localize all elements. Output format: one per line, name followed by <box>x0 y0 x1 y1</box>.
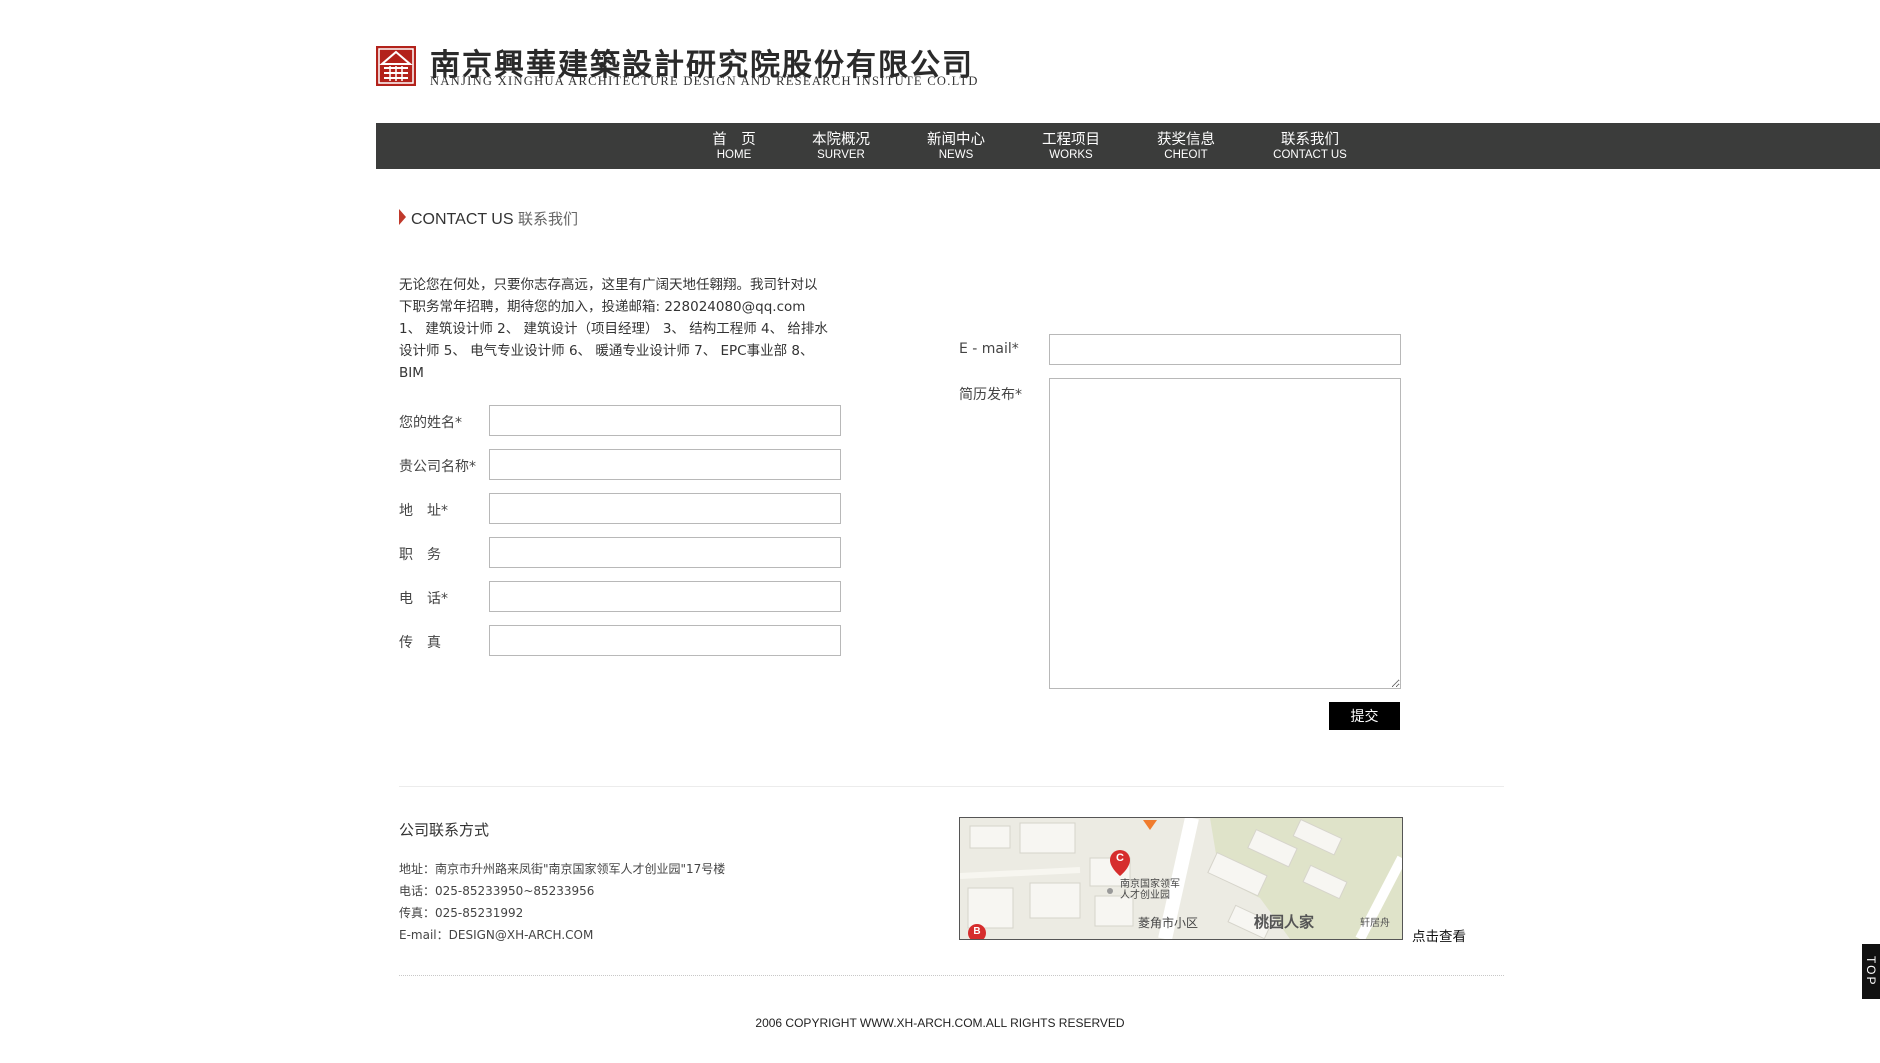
logo-icon <box>376 46 416 86</box>
nav-item-news[interactable]: 新闻中心 NEWS <box>927 133 985 162</box>
footer-divider <box>399 975 1504 976</box>
map-label-xuanju: 轩居舟 <box>1360 918 1390 929</box>
intro-line: 下职务常年招聘，期待您的加入，投递邮箱: 228024080@qq.com <box>399 299 806 315</box>
recruitment-intro: 无论您在何处，只要你志存高远，这里有广阔天地任翱翔。我司针对以 下职务常年招聘，… <box>399 274 847 384</box>
intro-line: BIM <box>399 365 424 381</box>
map-marker-b: B <box>973 926 981 937</box>
page-title: CONTACT US 联系我们 <box>411 208 578 229</box>
copyright-text: 2006 COPYRIGHT WWW.XH-ARCH.COM.ALL RIGHT… <box>755 1016 1125 1030</box>
nav-item-label-en: HOME <box>716 149 752 161</box>
resume-textarea[interactable] <box>1049 378 1401 689</box>
contact-address: 地址：南京市升州路来凤街"南京国家领军人才创业园"17号楼 <box>399 862 726 876</box>
main-nav: 首 页 HOME 本院概况 SURVER 新闻中心 NEWS 工程项目 WORK… <box>376 123 1880 169</box>
contact-phone: 电话：025-85233950~85233956 <box>399 884 595 898</box>
nav-item-survey[interactable]: 本院概况 SURVER <box>812 133 870 162</box>
nav-item-label-cn: 本院概况 <box>812 132 870 148</box>
map-label-park-line: 人才创业园 <box>1120 890 1170 901</box>
nav-item-awards[interactable]: 获奖信息 CHEOIT <box>1157 133 1215 162</box>
nav-item-label-en: CONTACT US <box>1273 149 1347 161</box>
nav-item-label-cn: 联系我们 <box>1280 132 1339 148</box>
nav-item-label-en: CHEOIT <box>1164 149 1208 161</box>
email-field[interactable] <box>1049 334 1401 365</box>
name-field[interactable] <box>489 405 841 436</box>
map-label-park-line: 南京国家领军 <box>1120 879 1180 890</box>
location-map[interactable]: C B 南京国家领军 人才创业园 菱角市小区 桃园人家 轩居舟 <box>959 817 1403 940</box>
map-marker-c: C <box>1116 852 1124 864</box>
map-label-community: 菱角市小区 <box>1138 916 1199 930</box>
company-name-en: NANJING XINGHUA ARCHITECTURE DESIGN AND … <box>430 74 979 88</box>
address-label: 地 址* <box>399 503 448 519</box>
back-to-top-button[interactable]: TOP <box>1862 944 1880 999</box>
nav-item-label-cn: 工程项目 <box>1042 132 1100 148</box>
address-field[interactable] <box>489 493 841 524</box>
position-field[interactable] <box>489 537 841 568</box>
submit-button[interactable]: 提交 <box>1329 702 1400 730</box>
map-label-taoyuan: 桃园人家 <box>1254 913 1315 931</box>
nav-item-contact[interactable]: 联系我们 CONTACT US <box>1273 133 1347 162</box>
phone-label: 电 话* <box>399 591 448 607</box>
nav-item-label-cn: 首 页 <box>712 132 756 148</box>
intro-line: 设计师 5、 电气专业设计师 6、 暖通专业设计师 7、 EPC事业部 8、 <box>399 343 814 359</box>
phone-field[interactable] <box>489 581 841 612</box>
intro-line: 1、 建筑设计师 2、 建筑设计（项目经理） 3、 结构工程师 4、 给排水 <box>399 321 828 337</box>
page-title-cn: 联系我们 <box>517 210 578 228</box>
intro-line: 无论您在何处，只要你志存高远，这里有广阔天地任翱翔。我司针对以 <box>399 277 818 293</box>
name-label: 您的姓名* <box>399 415 462 431</box>
view-map-link[interactable]: 点击查看 <box>1412 925 1466 945</box>
section-divider <box>399 786 1504 787</box>
contact-email: E-mail：DESIGN@XH-ARCH.COM <box>399 928 594 942</box>
nav-item-label-en: NEWS <box>938 149 974 161</box>
fax-field[interactable] <box>489 625 841 656</box>
nav-item-label-en: WORKS <box>1049 149 1093 161</box>
nav-item-works[interactable]: 工程项目 WORKS <box>1042 133 1100 162</box>
nav-item-label-cn: 新闻中心 <box>927 132 985 148</box>
nav-item-home[interactable]: 首 页 HOME <box>712 133 756 162</box>
nav-item-label-en: SURVER <box>817 149 865 161</box>
fax-label: 传 真 <box>399 635 441 651</box>
contact-heading: 公司联系方式 <box>399 821 490 839</box>
map-label-park: 南京国家领军 人才创业园 <box>1120 879 1180 901</box>
nav-item-label-cn: 获奖信息 <box>1157 132 1215 148</box>
triangle-right-icon <box>399 209 406 225</box>
position-label: 职 务 <box>399 547 441 563</box>
page-title-en: CONTACT US <box>411 211 514 228</box>
company-label: 贵公司名称* <box>399 459 476 475</box>
email-label: E - mail* <box>959 341 1019 357</box>
company-field[interactable] <box>489 449 841 480</box>
contact-fax: 传真：025-85231992 <box>399 906 524 920</box>
resume-label: 简历发布* <box>959 387 1022 403</box>
